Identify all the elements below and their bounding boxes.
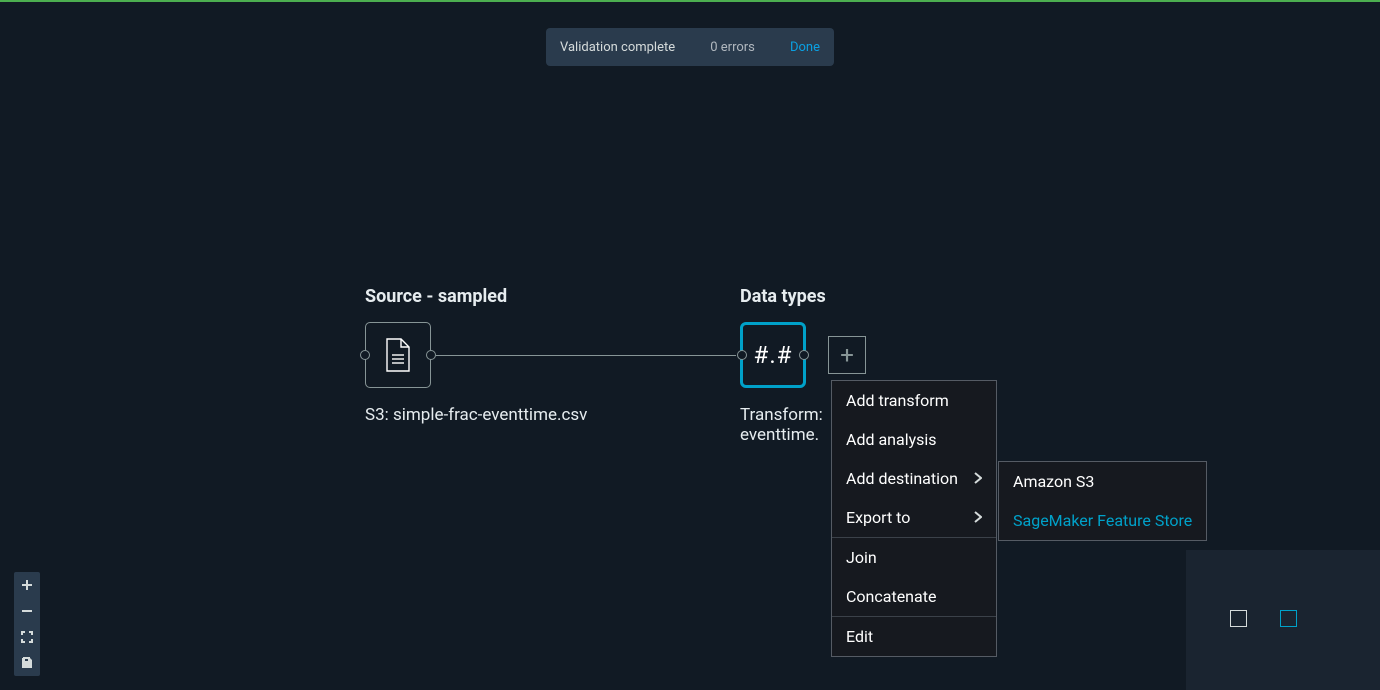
- menu-add-transform-label: Add transform: [846, 391, 949, 410]
- chevron-right-icon: [974, 508, 982, 527]
- edge-source-to-datatypes[interactable]: [436, 355, 736, 356]
- menu-export-to-label: Export to: [846, 508, 910, 527]
- submenu-amazon-s3[interactable]: Amazon S3: [999, 462, 1206, 501]
- menu-add-destination-label: Add destination: [846, 469, 958, 488]
- source-node-subtitle: S3: simple-frac-eventtime.csv: [365, 405, 587, 425]
- menu-edit-label: Edit: [846, 627, 873, 646]
- zoom-toolbar: [14, 572, 40, 676]
- datatypes-node-title: Data types: [740, 286, 826, 307]
- plus-icon: [20, 578, 34, 592]
- datatypes-port-out[interactable]: [799, 350, 809, 360]
- chevron-right-icon: [974, 469, 982, 488]
- plus-icon: +: [840, 341, 854, 369]
- add-step-button[interactable]: +: [828, 336, 866, 374]
- menu-concatenate[interactable]: Concatenate: [832, 577, 996, 616]
- menu-add-destination[interactable]: Add destination: [832, 459, 996, 498]
- datatypes-sub-line1: Transform:: [740, 405, 823, 425]
- minus-icon: [20, 604, 34, 618]
- minimap[interactable]: [1186, 550, 1380, 690]
- menu-concatenate-label: Concatenate: [846, 587, 936, 606]
- export-submenu: Amazon S3 SageMaker Feature Store: [998, 461, 1207, 541]
- datatypes-sub-line2: eventtime.: [740, 425, 819, 445]
- save-icon: [20, 656, 34, 670]
- source-port-in[interactable]: [360, 350, 370, 360]
- menu-add-transform[interactable]: Add transform: [832, 381, 996, 420]
- menu-add-analysis[interactable]: Add analysis: [832, 420, 996, 459]
- source-port-out[interactable]: [426, 350, 436, 360]
- node-context-menu: Add transform Add analysis Add destinati…: [831, 380, 997, 657]
- zoom-in-button[interactable]: [14, 572, 40, 598]
- expand-icon: [20, 630, 34, 644]
- datatypes-node[interactable]: #.#: [740, 322, 806, 388]
- zoom-out-button[interactable]: [14, 598, 40, 624]
- minimap-node-datatypes: [1280, 610, 1297, 627]
- submenu-sagemaker-feature-store-label: SageMaker Feature Store: [1013, 511, 1192, 530]
- datatypes-node-subtitle: Transform: eventtime.: [740, 405, 823, 445]
- menu-export-to[interactable]: Export to: [832, 498, 996, 537]
- datatypes-port-in[interactable]: [737, 350, 747, 360]
- flow-canvas[interactable]: Source - sampled S3: simple-frac-eventti…: [0, 0, 1380, 690]
- submenu-sagemaker-feature-store[interactable]: SageMaker Feature Store: [999, 501, 1206, 540]
- fit-screen-button[interactable]: [14, 624, 40, 650]
- menu-join-label: Join: [846, 548, 877, 567]
- menu-join[interactable]: Join: [832, 537, 996, 577]
- document-icon: [383, 337, 413, 373]
- menu-add-analysis-label: Add analysis: [846, 430, 937, 449]
- source-node[interactable]: [365, 322, 431, 388]
- save-button[interactable]: [14, 650, 40, 676]
- menu-edit[interactable]: Edit: [832, 616, 996, 656]
- hash-icon: #.#: [754, 341, 793, 369]
- minimap-node-source: [1230, 610, 1247, 627]
- source-node-title: Source - sampled: [365, 286, 507, 307]
- submenu-amazon-s3-label: Amazon S3: [1013, 472, 1094, 491]
